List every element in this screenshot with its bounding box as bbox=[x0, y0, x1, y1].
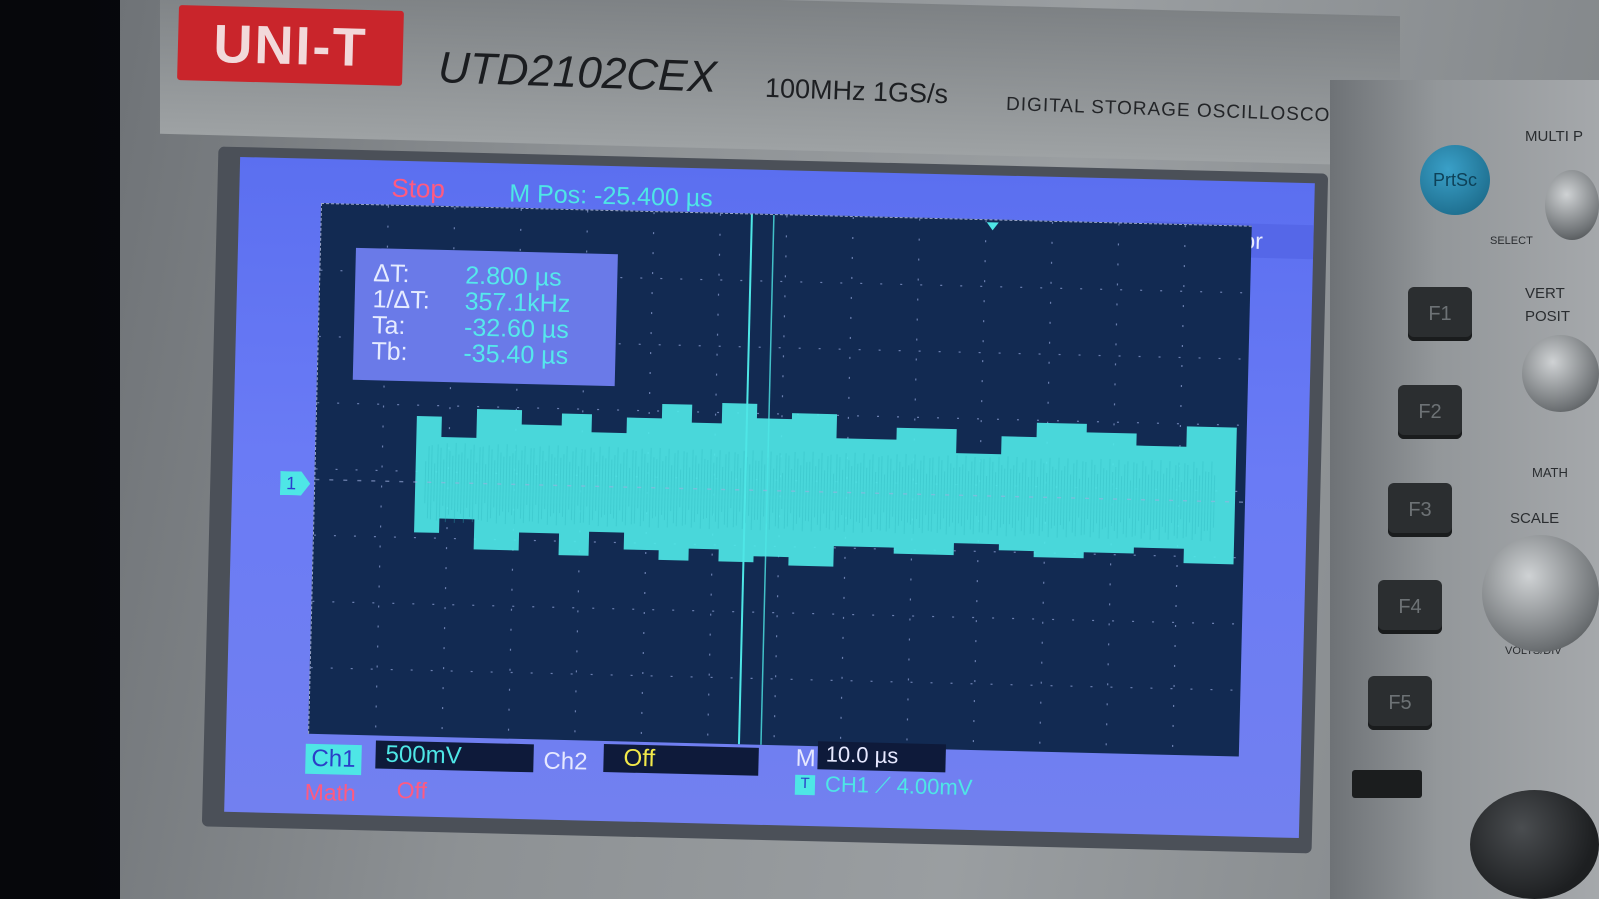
model-name: UTD2102CEX bbox=[437, 43, 718, 102]
ch2-label[interactable]: Ch2 bbox=[543, 748, 588, 777]
vertical-label: VERT bbox=[1525, 285, 1565, 302]
spec-text: 100MHz 1GS/s bbox=[764, 72, 949, 110]
inverse-delta-t-value: 357.1kHz bbox=[464, 287, 571, 319]
trigger-setting: CH1 ⟋ 4.00mV bbox=[824, 771, 973, 801]
timebase-label: M bbox=[795, 744, 816, 773]
ch1-scale: 500mV bbox=[375, 740, 534, 773]
delta-t-label: ΔT: bbox=[373, 259, 410, 289]
trigger-icon: T bbox=[794, 774, 816, 796]
ta-value: -32.60 µs bbox=[463, 313, 570, 345]
vertical-position-knob[interactable] bbox=[1522, 335, 1599, 412]
f2-button[interactable]: F2 bbox=[1398, 385, 1462, 439]
f3-button[interactable]: F3 bbox=[1388, 483, 1452, 537]
ch1-label[interactable]: Ch1 bbox=[305, 743, 362, 776]
math-label[interactable]: Math bbox=[304, 779, 356, 807]
delta-t-value: 2.800 µs bbox=[464, 261, 563, 292]
f5-button[interactable]: F5 bbox=[1368, 676, 1432, 730]
prtsc-button[interactable]: PrtSc bbox=[1420, 145, 1490, 215]
multi-label: MULTI P bbox=[1525, 128, 1584, 145]
bnc-connector[interactable] bbox=[1470, 790, 1599, 899]
acquisition-status: Stop bbox=[391, 172, 446, 204]
ta-label: Ta: bbox=[371, 311, 406, 341]
tb-value: -35.40 µs bbox=[463, 339, 569, 371]
f1-button[interactable]: F1 bbox=[1408, 287, 1472, 341]
waveform-trace bbox=[414, 403, 1237, 567]
usb-port[interactable] bbox=[1352, 770, 1422, 798]
trigger-position-marker bbox=[986, 222, 999, 231]
select-label: SELECT bbox=[1490, 235, 1533, 247]
brand-logo: UNI-T bbox=[177, 5, 404, 86]
channel-1-marker: 1 bbox=[280, 471, 311, 496]
display-screen: Stop M Pos: -25.400 µs Cursor 1 ΔT:2.800… bbox=[224, 156, 1315, 839]
volts-div-knob[interactable] bbox=[1482, 535, 1599, 652]
scale-label: SCALE bbox=[1510, 510, 1560, 527]
tb-label: Tb: bbox=[371, 337, 408, 367]
f4-button[interactable]: F4 bbox=[1378, 580, 1442, 634]
multipurpose-knob[interactable] bbox=[1545, 170, 1599, 240]
ch2-state: Off bbox=[603, 744, 759, 776]
position-label: POSIT bbox=[1525, 308, 1571, 325]
grid-hline bbox=[310, 666, 1241, 691]
cursor-readout: ΔT: 2.800 µs 1/ΔT: 357.1kHz Ta: -32.60 µs T… bbox=[352, 247, 618, 387]
math-panel-label: MATH bbox=[1532, 465, 1568, 480]
timebase-value: 10.0 µs bbox=[817, 741, 947, 773]
inverse-delta-t-label: 1/ΔT: bbox=[372, 285, 431, 315]
math-state: Off bbox=[396, 776, 428, 804]
grid-hline bbox=[312, 600, 1243, 625]
